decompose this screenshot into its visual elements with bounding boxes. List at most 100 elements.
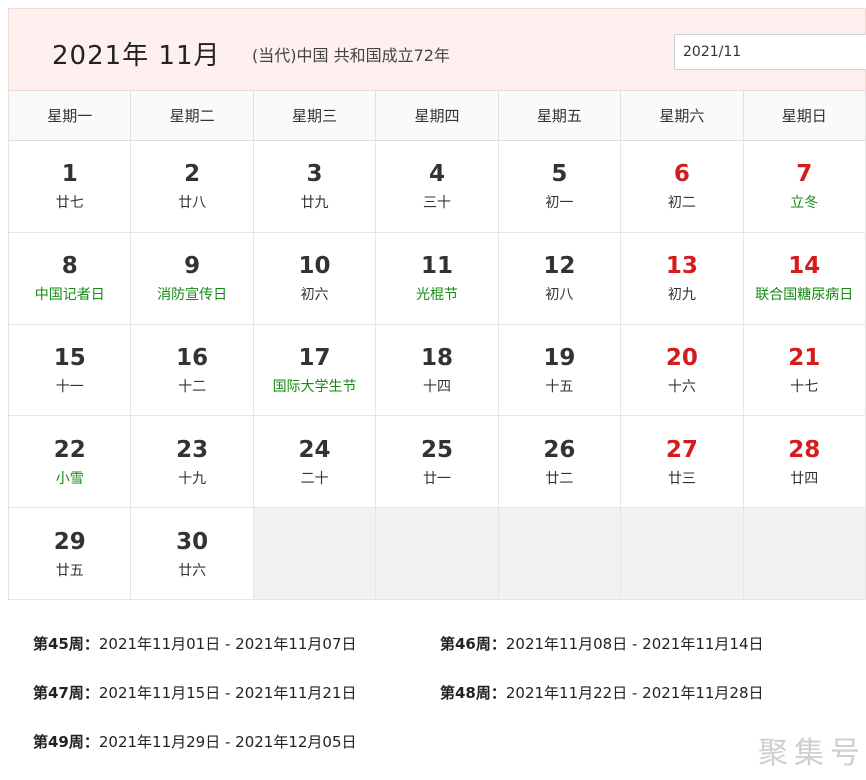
day-number: 24 bbox=[298, 436, 331, 463]
day-cell[interactable]: 15 十一 bbox=[9, 324, 132, 417]
day-number: 13 bbox=[665, 253, 698, 280]
watermark-logo: 聚集号 bbox=[758, 736, 866, 771]
day-cell[interactable]: 14 联合国糖尿病日 bbox=[743, 232, 866, 325]
week-label: 第46周： bbox=[440, 635, 506, 653]
lunar-or-festival-label: 廿三 bbox=[667, 470, 696, 487]
lunar-or-festival-label: 十六 bbox=[667, 378, 696, 395]
empty-day-cell bbox=[743, 508, 866, 600]
week-label: 第47周： bbox=[33, 684, 99, 702]
lunar-or-festival-label: 十二 bbox=[178, 378, 207, 395]
empty-day-cell bbox=[621, 508, 744, 600]
lunar-or-festival-label: 廿七 bbox=[55, 195, 84, 212]
week-range-text: 2021年11月15日 - 2021年11月21日 bbox=[98, 684, 357, 702]
day-number: 9 bbox=[184, 253, 201, 280]
day-cell[interactable]: 28 廿四 bbox=[743, 416, 866, 509]
day-cell[interactable]: 27 廿三 bbox=[621, 416, 744, 509]
calendar-header: 2021年 11月 (当代)中国 共和国成立72年 bbox=[8, 8, 866, 91]
day-number: 23 bbox=[176, 436, 209, 463]
lunar-or-festival-label: 廿六 bbox=[178, 562, 207, 579]
day-number: 20 bbox=[665, 344, 698, 371]
day-cell[interactable]: 26 廿二 bbox=[498, 416, 622, 509]
day-cell[interactable]: 24 二十 bbox=[253, 416, 377, 509]
day-cell[interactable]: 8 中国记者日 bbox=[9, 232, 132, 325]
day-number: 16 bbox=[176, 344, 209, 371]
lunar-or-festival-label: 初六 bbox=[300, 287, 329, 304]
lunar-or-festival-label: 初一 bbox=[545, 195, 574, 212]
day-cell[interactable]: 13 初九 bbox=[621, 232, 744, 325]
day-cell[interactable]: 3 廿九 bbox=[253, 141, 377, 233]
day-cell[interactable]: 6 初二 bbox=[621, 141, 744, 233]
lunar-or-festival-label: 廿一 bbox=[422, 470, 451, 487]
weekday-label: 星期五 bbox=[499, 91, 622, 140]
calendar-widget: 2021年 11月 (当代)中国 共和国成立72年 星期一 星期二 星期三 星期… bbox=[8, 8, 866, 780]
day-cell[interactable]: 11 光棍节 bbox=[376, 232, 499, 325]
empty-day-cell bbox=[376, 508, 499, 600]
week-range-49: 第49周：2021年11月29日 - 2021年12月05日 bbox=[33, 731, 357, 752]
week-range-text: 2021年11月22日 - 2021年11月28日 bbox=[505, 684, 764, 702]
lunar-or-festival-label: 十九 bbox=[178, 470, 207, 487]
lunar-or-festival-label: 十五 bbox=[545, 378, 574, 395]
day-number: 18 bbox=[420, 344, 453, 371]
lunar-or-festival-label: 光棍节 bbox=[415, 287, 458, 304]
day-number: 10 bbox=[298, 253, 331, 280]
day-number: 15 bbox=[53, 344, 86, 371]
week-range-text: 2021年11月01日 - 2021年11月07日 bbox=[98, 635, 357, 653]
weekday-label: 星期一 bbox=[9, 91, 132, 140]
day-cell[interactable]: 5 初一 bbox=[498, 141, 622, 233]
day-cell[interactable]: 25 廿一 bbox=[376, 416, 499, 509]
lunar-or-festival-label: 廿九 bbox=[300, 195, 329, 212]
lunar-or-festival-label: 廿五 bbox=[55, 562, 84, 579]
week-range-46: 第46周：2021年11月08日 - 2021年11月14日 bbox=[440, 633, 764, 654]
day-cell[interactable]: 20 十六 bbox=[621, 324, 744, 417]
era-info: (当代)中国 共和国成立72年 bbox=[252, 46, 450, 65]
lunar-or-festival-label: 二十 bbox=[300, 470, 329, 487]
lunar-or-festival-label: 十一 bbox=[55, 378, 84, 395]
day-number: 1 bbox=[61, 161, 78, 188]
day-cell[interactable]: 21 十七 bbox=[743, 324, 866, 417]
weekday-label: 星期二 bbox=[131, 91, 254, 140]
lunar-or-festival-label: 小雪 bbox=[55, 470, 84, 487]
weekday-header: 星期一 星期二 星期三 星期四 星期五 星期六 星期日 bbox=[8, 91, 866, 141]
day-cell[interactable]: 9 消防宣传日 bbox=[131, 232, 254, 325]
lunar-or-festival-label: 初九 bbox=[667, 287, 696, 304]
lunar-or-festival-label: 廿二 bbox=[545, 470, 574, 487]
week-range-45: 第45周：2021年11月01日 - 2021年11月07日 bbox=[33, 633, 357, 654]
day-cell[interactable]: 7 立冬 bbox=[743, 141, 866, 233]
month-picker-input[interactable] bbox=[674, 34, 866, 70]
day-number: 19 bbox=[543, 344, 576, 371]
lunar-or-festival-label: 消防宣传日 bbox=[157, 287, 228, 304]
day-number: 29 bbox=[53, 528, 86, 555]
day-cell[interactable]: 18 十四 bbox=[376, 324, 499, 417]
day-cell[interactable]: 4 三十 bbox=[376, 141, 499, 233]
week-range-48: 第48周：2021年11月22日 - 2021年11月28日 bbox=[440, 682, 764, 703]
day-number: 22 bbox=[53, 436, 86, 463]
day-number: 21 bbox=[788, 344, 821, 371]
lunar-or-festival-label: 十四 bbox=[422, 378, 451, 395]
day-cell[interactable]: 23 十九 bbox=[131, 416, 254, 509]
lunar-or-festival-label: 中国记者日 bbox=[34, 287, 105, 304]
day-cell[interactable]: 30 廿六 bbox=[131, 508, 254, 600]
day-cell[interactable]: 19 十五 bbox=[498, 324, 622, 417]
day-cell[interactable]: 1 廿七 bbox=[9, 141, 132, 233]
day-cell[interactable]: 29 廿五 bbox=[9, 508, 132, 600]
week-ranges: 第45周：2021年11月01日 - 2021年11月07日 第46周：2021… bbox=[8, 600, 866, 780]
day-cell[interactable]: 22 小雪 bbox=[9, 416, 132, 509]
day-cell[interactable]: 2 廿八 bbox=[131, 141, 254, 233]
day-number: 8 bbox=[61, 253, 78, 280]
day-number: 28 bbox=[788, 436, 821, 463]
day-number: 17 bbox=[298, 344, 331, 371]
week-label: 第45周： bbox=[33, 635, 99, 653]
day-number: 11 bbox=[420, 253, 453, 280]
day-cell[interactable]: 17 国际大学生节 bbox=[253, 324, 377, 417]
day-grid: 1 廿七 2 廿八 3 廿九 4 三十 5 初一 6 初二 7 立冬 8 中国记者日 9 消防宣传日 10 初六 11 光… bbox=[8, 141, 866, 600]
lunar-or-festival-label: 初二 bbox=[667, 195, 696, 212]
month-title: 2021年 11月 bbox=[52, 41, 221, 71]
day-cell[interactable]: 12 初八 bbox=[498, 232, 622, 325]
day-number: 2 bbox=[184, 161, 201, 188]
lunar-or-festival-label: 廿四 bbox=[790, 470, 819, 487]
day-number: 6 bbox=[673, 161, 690, 188]
day-cell[interactable]: 16 十二 bbox=[131, 324, 254, 417]
lunar-or-festival-label: 国际大学生节 bbox=[272, 378, 357, 395]
day-cell[interactable]: 10 初六 bbox=[253, 232, 377, 325]
lunar-or-festival-label: 廿八 bbox=[178, 195, 207, 212]
